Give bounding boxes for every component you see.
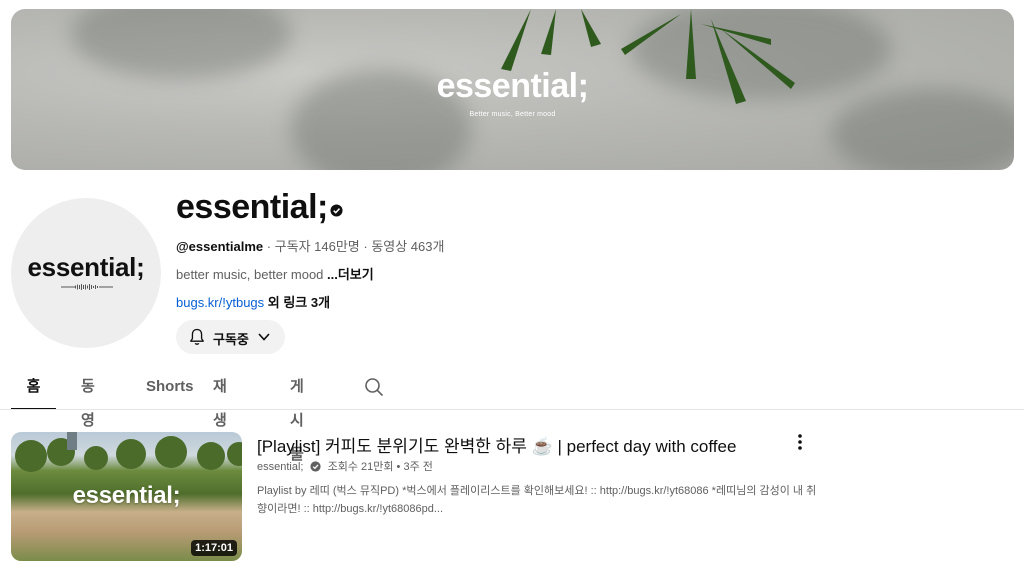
search-icon[interactable] [364, 377, 384, 397]
more-actions-icon[interactable] [790, 432, 810, 452]
more-button[interactable]: ...더보기 [327, 267, 374, 282]
channel-handle[interactable]: @essentialme [176, 239, 263, 254]
video-meta: essential; 조회수 21만회 • 3주 전 [257, 458, 433, 474]
channel-avatar[interactable]: essential; [11, 198, 161, 348]
video-description: Playlist by 레띠 (벅스 뮤직PD) *벅스에서 플레이리스트를 확… [257, 485, 817, 515]
tab-shorts[interactable]: Shorts [146, 370, 194, 408]
channel-links: bugs.kr/!ytbugs 외 링크 3개 [176, 292, 330, 311]
tab-posts[interactable]: 게시물 [290, 370, 304, 463]
tab-home[interactable]: 홈 [11, 370, 56, 410]
channel-description[interactable]: better music, better mood ...더보기 [176, 264, 374, 283]
verified-check-icon [309, 461, 321, 472]
thumbnail-logo: essential; [72, 482, 181, 509]
bell-icon [190, 328, 204, 345]
subscribed-label: 구독중 [213, 332, 249, 347]
channel-link[interactable]: bugs.kr/!ytbugs [176, 295, 264, 310]
tabs-divider [0, 409, 1024, 410]
avatar-logo: essential; [27, 252, 145, 282]
video-thumbnail[interactable]: essential; 1:17:01 [11, 432, 242, 561]
channel-meta: @essentialme · 구독자 146만명 · 동영상 463개 [176, 236, 444, 255]
description-text: better music, better mood [176, 267, 328, 282]
banner-tagline: Better music, Better mood [469, 111, 556, 118]
subscribed-button[interactable]: 구독중 [176, 320, 285, 354]
verified-check-icon [330, 204, 343, 217]
video-title[interactable]: [Playlist] 커피도 분위기도 완벽한 하루 ☕ | perfect d… [257, 432, 736, 457]
sound-wave-icon [61, 284, 113, 290]
channel-banner: essential; Better music, Better mood [11, 9, 1014, 170]
chevron-down-icon [258, 333, 270, 341]
video-stats: 조회수 21만회 • 3주 전 [327, 461, 433, 473]
extra-links-button[interactable]: 외 링크 3개 [264, 295, 330, 310]
banner-logo: essential; [436, 67, 589, 105]
channel-name: essential; [176, 188, 328, 226]
video-channel-name[interactable]: essential; [257, 461, 303, 473]
video-duration: 1:17:01 [191, 540, 237, 556]
tab-playlists[interactable]: 재생목록 [213, 370, 227, 497]
tab-videos[interactable]: 동영상 [81, 370, 95, 463]
channel-stats: · 구독자 146만명 · 동영상 463개 [263, 239, 445, 254]
